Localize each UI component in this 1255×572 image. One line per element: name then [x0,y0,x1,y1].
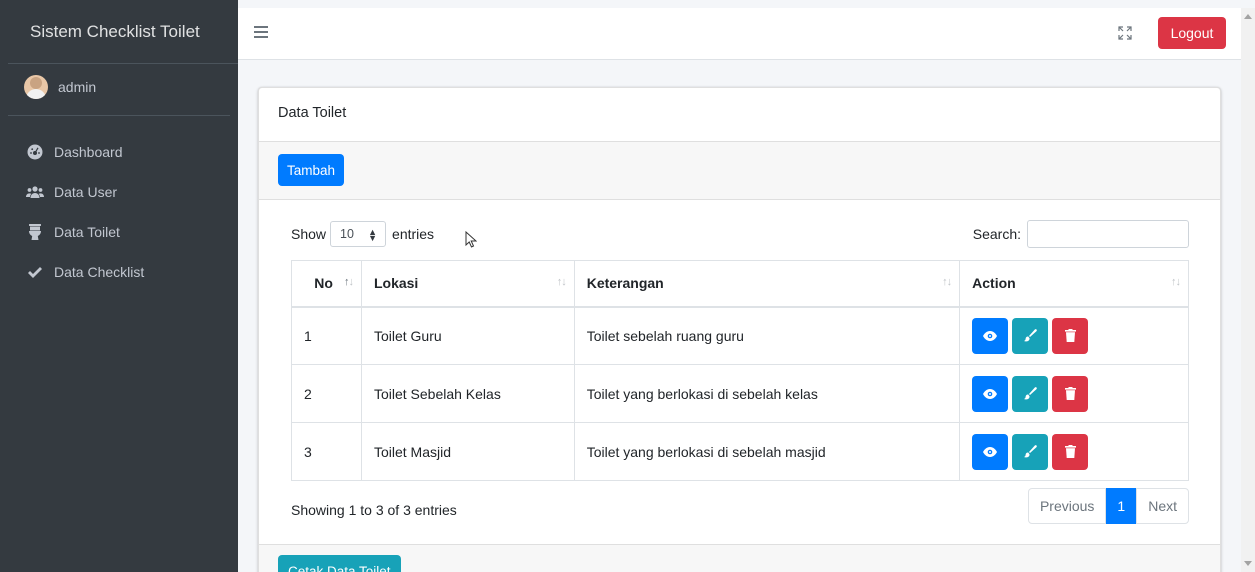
cell-no: 2 [291,364,362,423]
edit-button[interactable] [1012,317,1049,354]
column-header-lokasi[interactable]: Lokasi ↑↓ [360,260,575,308]
sidebar-item-dashboard[interactable]: Dashboard [0,132,238,172]
user-panel[interactable]: admin [8,58,230,116]
sort-icon: ↑↓ [1171,276,1181,288]
edit-button[interactable] [1012,375,1049,412]
cell-keterangan: Toilet sebelah ruang guru [573,306,961,365]
cell-lokasi: Toilet Sebelah Kelas [360,364,575,423]
add-button[interactable]: Tambah [278,154,345,186]
sort-icon: ↑↓ [942,276,952,288]
page-length-control: Show 10 ▲ ▼ entries [291,219,434,249]
card-footer: Cetak Data Toilet [259,544,1220,572]
brush-icon [1023,329,1037,342]
entries-label: entries [392,226,435,242]
users-icon [26,184,44,200]
sidebar-item-label: Data Toilet [54,224,120,240]
sort-asc-icon: ↑↓ [343,276,354,288]
datatable-footer: Showing 1 to 3 of 3 entries Previous 1 N… [291,488,1189,524]
cell-keterangan: Toilet yang berlokasi di sebelah masjid [573,422,961,481]
view-button[interactable] [972,375,1009,412]
view-button[interactable] [972,433,1009,470]
column-header-action[interactable]: Action ↑↓ [959,260,1189,308]
scroll-down-icon[interactable] [1244,561,1252,566]
table-info: Showing 1 to 3 of 3 entries [291,502,457,518]
sidebar-item-data-checklist[interactable]: Data Checklist [0,252,238,292]
top-navbar: Logout [238,8,1241,60]
trash-icon [1064,387,1076,400]
sidebar: Sistem Checklist Toilet admin Dashboard … [0,0,238,572]
card-title: Data Toilet [278,105,347,121]
edit-button[interactable] [1012,433,1049,470]
check-icon [26,264,44,280]
delete-button[interactable] [1052,433,1089,470]
cell-keterangan: Toilet yang berlokasi di sebelah kelas [573,364,961,423]
card-header: Data Toilet [259,88,1220,142]
toilet-table: No ↑↓ Lokasi ↑↓ Keterangan ↑↓ Action ↑↓ [291,260,1189,481]
previous-page-button[interactable]: Previous [1027,488,1107,524]
delete-button[interactable] [1052,317,1089,354]
data-toilet-card: Data Toilet Tambah Show 10 ▲ ▼ entries Se… [258,87,1221,572]
brush-icon [1023,387,1037,400]
toilet-icon [26,224,44,240]
eye-icon [983,446,998,457]
view-button[interactable] [972,317,1009,354]
sidebar-nav: Dashboard Data User Data Toilet Data Che… [0,132,238,292]
datatable-controls: Show 10 ▲ ▼ entries Search: [291,219,1189,249]
cell-action [959,422,1189,481]
column-header-keterangan[interactable]: Keterangan ↑↓ [573,260,961,308]
menu-toggle-icon[interactable] [254,26,268,38]
eye-icon [983,388,998,399]
avatar [24,74,48,99]
page-scrollbar[interactable] [1241,8,1255,572]
search-control: Search: [973,219,1189,249]
trash-icon [1064,329,1076,343]
brush-icon [1023,445,1037,458]
table-row: 2 Toilet Sebelah Kelas Toilet yang berlo… [291,364,1189,423]
cell-no: 1 [291,306,362,365]
mouse-cursor-icon [465,230,478,252]
table-row: 3 Toilet Masjid Toilet yang berlokasi di… [291,422,1189,481]
cell-no: 3 [291,422,362,481]
page-1-button[interactable]: 1 [1106,488,1137,524]
brand-link[interactable]: Sistem Checklist Toilet [8,0,238,64]
pagination: Previous 1 Next [1027,488,1189,524]
cell-action [959,364,1189,423]
table-row: 1 Toilet Guru Toilet sebelah ruang guru [291,306,1189,365]
column-header-no[interactable]: No ↑↓ [291,260,362,308]
trash-icon [1064,445,1076,458]
eye-icon [983,330,998,341]
cell-action [959,306,1189,365]
brand-text: Sistem Checklist Toilet [30,21,200,41]
sidebar-item-label: Dashboard [54,144,123,160]
user-name: admin [58,78,97,95]
show-label: Show [291,226,327,242]
sidebar-item-data-toilet[interactable]: Data Toilet [0,212,238,252]
page-length-select[interactable]: 10 ▲ ▼ [330,221,387,247]
page-length-value: 10 [340,227,354,241]
sort-icon: ↑↓ [556,276,567,288]
search-input[interactable] [1027,220,1189,248]
logout-button[interactable]: Logout [1158,17,1226,49]
sidebar-item-label: Data Checklist [54,264,145,280]
select-arrows-icon: ▲ ▼ [368,227,378,243]
cell-lokasi: Toilet Masjid [360,422,575,481]
fullscreen-icon[interactable] [1118,26,1132,40]
search-label: Search: [972,226,1021,242]
print-button[interactable]: Cetak Data Toilet [278,555,401,572]
table-header-row: No ↑↓ Lokasi ↑↓ Keterangan ↑↓ Action ↑↓ [291,260,1189,308]
delete-button[interactable] [1052,375,1089,412]
scroll-up-icon[interactable] [1244,14,1252,19]
card-toolbar: Tambah [259,142,1220,200]
next-page-button[interactable]: Next [1136,488,1189,524]
cell-lokasi: Toilet Guru [360,306,575,365]
sidebar-item-data-user[interactable]: Data User [0,172,238,212]
dashboard-icon [26,144,44,160]
sidebar-item-label: Data User [54,184,118,200]
